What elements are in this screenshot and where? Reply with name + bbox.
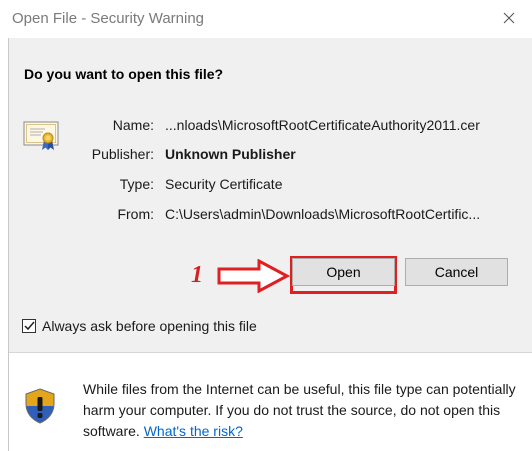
type-label: Type:	[119, 176, 154, 192]
annotation-arrow-icon	[217, 259, 290, 293]
whats-the-risk-link[interactable]: What's the risk?	[144, 423, 243, 439]
always-ask-checkbox[interactable]	[22, 319, 36, 333]
from-label: From:	[117, 206, 154, 222]
always-ask-row[interactable]: Always ask before opening this file	[22, 318, 257, 334]
name-value: ...nloads\MicrosoftRootCertificateAuthor…	[165, 117, 480, 133]
name-label: Name:	[112, 117, 154, 133]
warning-footer: While files from the Internet can be use…	[9, 353, 532, 451]
warning-text: While files from the Internet can be use…	[83, 379, 523, 442]
open-button[interactable]: Open	[292, 258, 395, 286]
publisher-label: Publisher:	[91, 146, 154, 162]
shield-warning-icon	[25, 388, 55, 424]
dialog-body: Do you want to open this file? Name: ...…	[9, 38, 532, 338]
annotation-step-number: 1	[191, 262, 203, 288]
checkmark-icon	[23, 321, 35, 331]
cancel-button[interactable]: Cancel	[405, 258, 508, 286]
close-icon	[503, 12, 515, 24]
dialog-question: Do you want to open this file?	[24, 66, 224, 82]
close-button[interactable]	[486, 0, 532, 36]
window-title: Open File - Security Warning	[12, 10, 205, 27]
background-window-edge	[0, 0, 9, 451]
always-ask-label: Always ask before opening this file	[42, 318, 257, 334]
from-value: C:\Users\admin\Downloads\MicrosoftRootCe…	[165, 206, 481, 222]
title-bar: Open File - Security Warning	[0, 0, 532, 38]
publisher-value: Unknown Publisher	[165, 146, 296, 162]
type-value: Security Certificate	[165, 176, 283, 192]
security-warning-dialog: Open File - Security Warning Do you want…	[0, 0, 532, 451]
